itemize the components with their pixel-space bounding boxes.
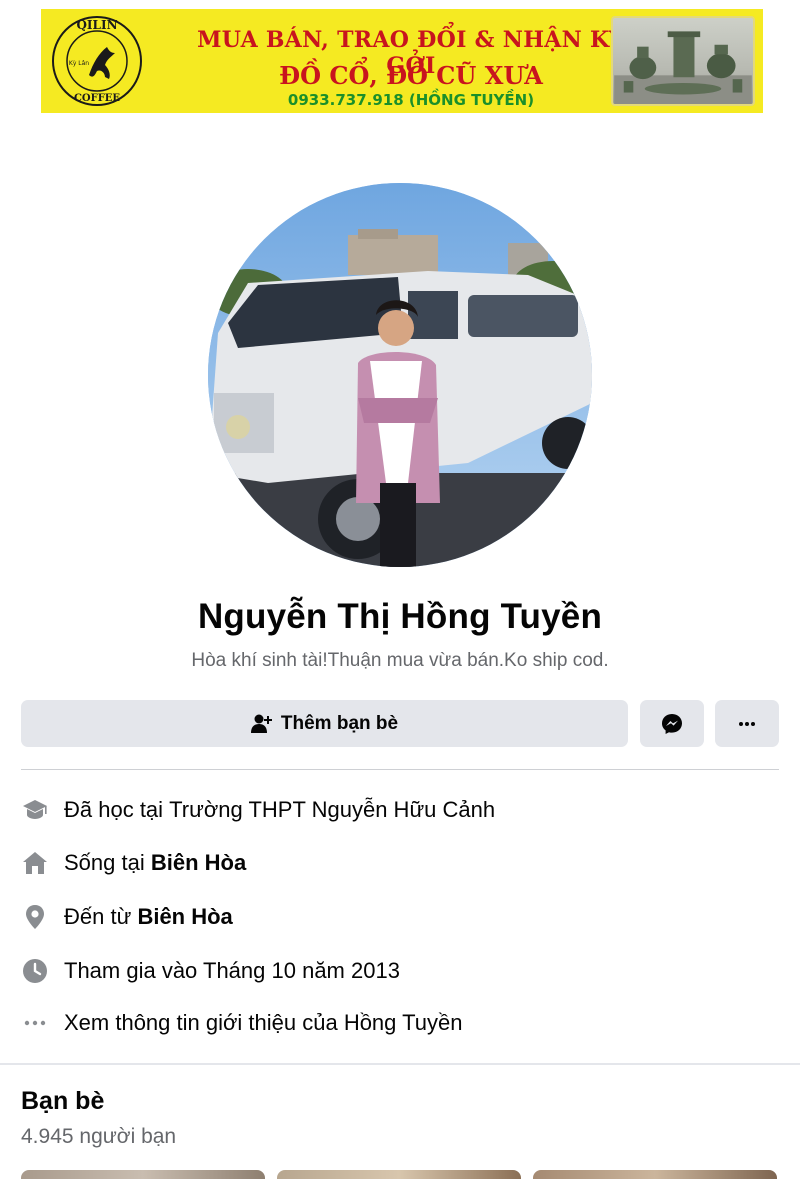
- joined-text: Tham gia vào Tháng 10 năm 2013: [64, 958, 400, 983]
- ellipsis-icon: [21, 1009, 49, 1037]
- intro-education: Đã học tại Trường THPT Nguyễn Hữu Cảnh: [21, 795, 495, 825]
- profile-bio: Hòa khí sinh tài!Thuận mua vừa bán.Ko sh…: [191, 650, 609, 671]
- friends-section-title[interactable]: Bạn bè: [21, 1087, 104, 1116]
- add-friend-label: Thêm bạn bè: [280, 712, 399, 734]
- add-friend-button[interactable]: Thêm bạn bè: [21, 700, 628, 747]
- section-divider: [21, 769, 779, 770]
- clock-icon: [21, 957, 49, 985]
- logo-top-text: QILIN: [76, 18, 117, 32]
- intro-joined: Tham gia vào Tháng 10 năm 2013: [21, 956, 400, 986]
- intro-from: Đến từ Biên Hòa: [21, 902, 233, 932]
- education-school[interactable]: Trường THPT Nguyễn Hữu Cảnh: [169, 797, 495, 823]
- from-prefix: Đến từ: [64, 904, 138, 929]
- education-prefix: Đã học tại: [64, 797, 170, 822]
- more-options-button[interactable]: [715, 700, 779, 747]
- qilin-coffee-logo: QILIN COFFEE Kỳ Lân: [49, 13, 189, 109]
- logo-bottom-text: COFFEE: [74, 93, 120, 104]
- home-icon: [21, 849, 49, 877]
- more-icon: [738, 721, 756, 727]
- ad-banner[interactable]: QILIN COFFEE Kỳ Lân MUA BÁN, TRAO ĐỔI & …: [41, 9, 763, 113]
- profile-name: Nguyễn Thị Hồng Tuyền: [197, 597, 603, 636]
- banner-phone: 0933.737.918 (HỒNG TUYỀN): [287, 91, 535, 109]
- messenger-button[interactable]: [640, 700, 704, 747]
- friend-photo[interactable]: [533, 1170, 777, 1179]
- see-about-text[interactable]: Xem thông tin giới thiệu của Hồng Tuyền: [64, 1010, 462, 1036]
- profile-picture[interactable]: [208, 183, 592, 567]
- antique-bronze-photo: [611, 16, 755, 106]
- logo-small-text: Kỳ Lân: [69, 60, 89, 67]
- friend-photo[interactable]: [277, 1170, 521, 1179]
- location-pin-icon: [21, 903, 49, 931]
- graduation-cap-icon: [21, 796, 49, 824]
- intro-lives-in: Sống tại Biên Hòa: [21, 848, 246, 878]
- friend-photo[interactable]: [21, 1170, 265, 1179]
- intro-see-about[interactable]: Xem thông tin giới thiệu của Hồng Tuyền: [21, 1008, 462, 1038]
- lives-city[interactable]: Biên Hòa: [151, 850, 246, 876]
- add-friend-icon: [250, 714, 273, 734]
- from-city[interactable]: Biên Hòa: [137, 904, 232, 930]
- friends-count: 4.945 người bạn: [21, 1125, 177, 1148]
- messenger-icon: [661, 713, 683, 735]
- banner-subheadline: ĐỒ CỔ, ĐỒ CŨ XƯA: [279, 61, 543, 90]
- lives-prefix: Sống tại: [64, 850, 151, 875]
- section-separator: [0, 1063, 800, 1065]
